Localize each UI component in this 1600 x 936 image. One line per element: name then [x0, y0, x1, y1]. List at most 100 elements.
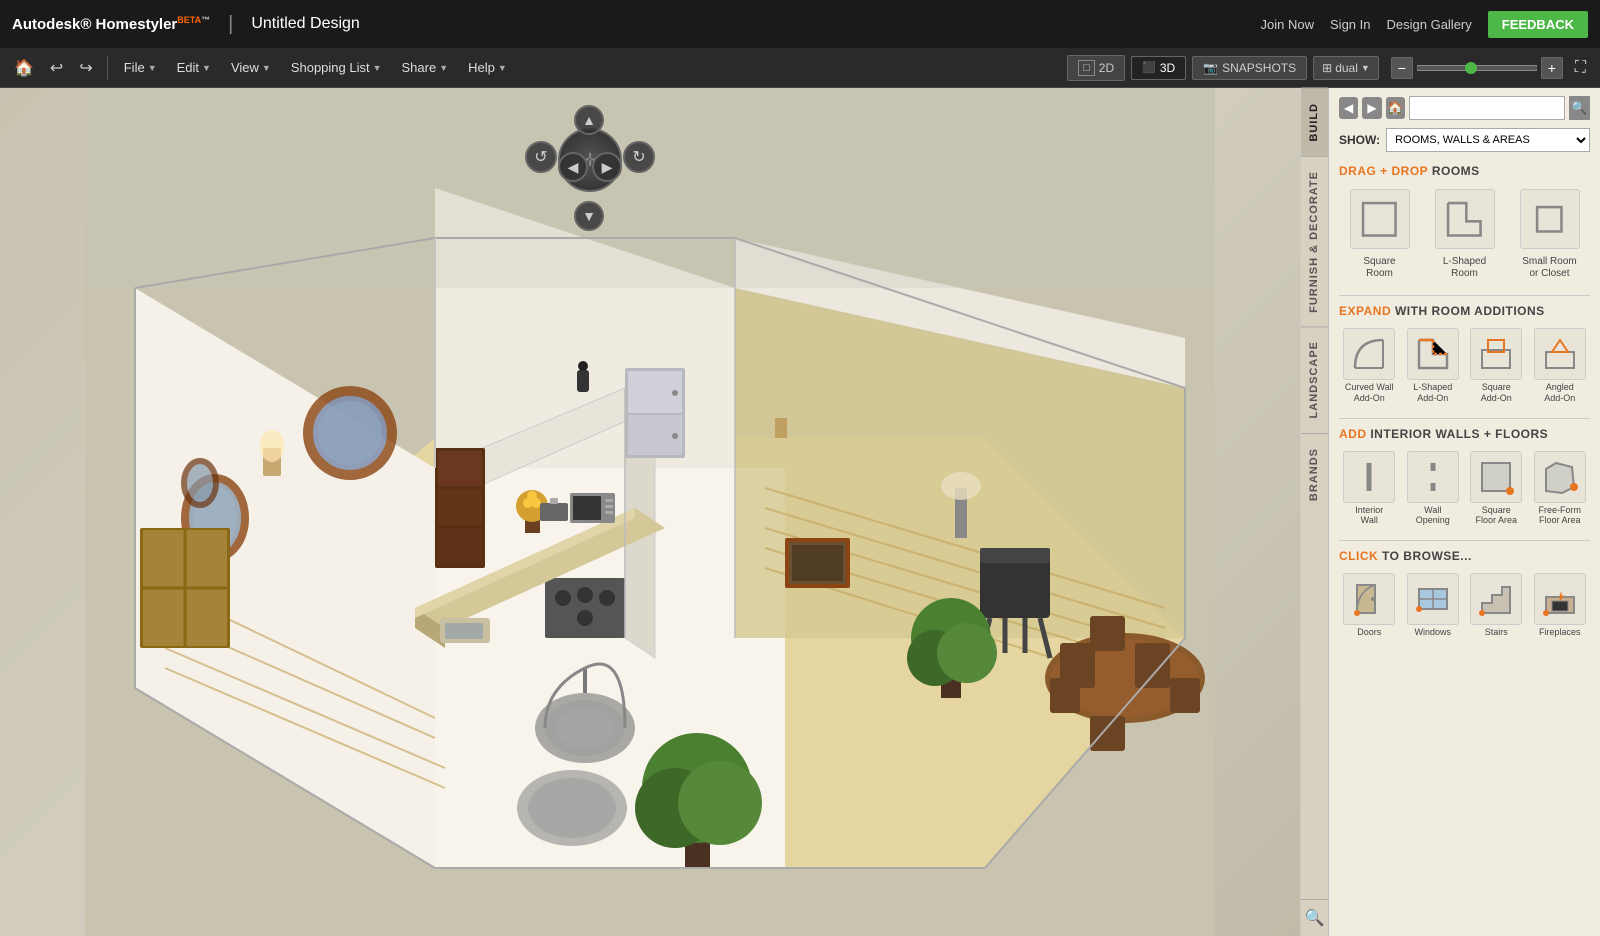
- design-title: Untitled Design: [251, 15, 360, 33]
- dual-button[interactable]: ⊞ dual ▼: [1313, 56, 1379, 80]
- curved-wall-item[interactable]: Curved WallAdd-On: [1339, 324, 1400, 408]
- panel-nav-row: ◀ ▶ 🏠 🔍: [1339, 96, 1590, 120]
- interior-wall-label: InteriorWall: [1355, 505, 1383, 527]
- small-room-item[interactable]: Small Roomor Closet: [1509, 184, 1590, 285]
- nav-left-button[interactable]: ◀: [558, 152, 588, 182]
- square-floor-label: SquareFloor Area: [1475, 505, 1517, 527]
- freeform-floor-item[interactable]: Free-FormFloor Area: [1530, 447, 1591, 531]
- sign-in-link[interactable]: Sign In: [1330, 17, 1370, 32]
- doors-label: Doors: [1357, 627, 1381, 638]
- toolbar: 🏠 ↩ ↪ File ▼ Edit ▼ View ▼ Shopping List…: [0, 48, 1600, 88]
- view-menu[interactable]: View ▼: [223, 56, 279, 79]
- build-tab[interactable]: BUILD: [1301, 88, 1328, 156]
- top-right-actions: Join Now Sign In Design Gallery FEEDBACK: [1261, 11, 1588, 38]
- small-room-icon: [1520, 189, 1580, 249]
- show-row: SHOW: ROOMS, WALLS & AREAS ALL FLOORS WA…: [1339, 128, 1590, 152]
- square-addon-label: SquareAdd-On: [1481, 382, 1512, 404]
- view-menu-arrow: ▼: [262, 63, 271, 73]
- file-menu[interactable]: File ▼: [116, 56, 165, 79]
- expand-header: EXPAND WITH ROOM ADDITIONS: [1339, 304, 1590, 318]
- fullscreen-button[interactable]: ⛶: [1569, 57, 1592, 79]
- panel-search-button[interactable]: 🔍: [1569, 96, 1590, 120]
- windows-item[interactable]: Windows: [1403, 569, 1464, 642]
- angled-addon-item[interactable]: AngledAdd-On: [1530, 324, 1591, 408]
- stairs-item[interactable]: Stairs: [1466, 569, 1527, 642]
- show-select[interactable]: ROOMS, WALLS & AREAS ALL FLOORS WALLS: [1386, 128, 1590, 152]
- design-gallery-link[interactable]: Design Gallery: [1387, 17, 1472, 32]
- stairs-icon: [1470, 573, 1522, 625]
- l-shaped-room-item[interactable]: L-ShapedRoom: [1424, 184, 1505, 285]
- toolbar-divider: [107, 56, 108, 80]
- browse-grid: Doors Windows: [1339, 569, 1590, 642]
- dual-arrow: ▼: [1361, 63, 1370, 73]
- fireplaces-item[interactable]: Fireplaces: [1530, 569, 1591, 642]
- snapshots-button[interactable]: 📷 SNAPSHOTS: [1192, 56, 1307, 80]
- help-menu[interactable]: Help ▼: [460, 56, 515, 79]
- interior-wall-icon: [1343, 451, 1395, 503]
- sep2: [1339, 418, 1590, 419]
- canvas-area[interactable]: ↺ ✛ ▲ ▼ ◀ ▶ ↻: [0, 88, 1300, 936]
- landscape-tab[interactable]: LANDSCAPE: [1301, 326, 1328, 432]
- freeform-floor-icon: [1534, 451, 1586, 503]
- square-floor-icon: [1470, 451, 1522, 503]
- camera-icon: 📷: [1203, 61, 1218, 75]
- windows-label: Windows: [1414, 627, 1451, 638]
- shopping-list-menu-arrow: ▼: [373, 63, 382, 73]
- square-room-icon: [1350, 189, 1410, 249]
- doors-item[interactable]: Doors: [1339, 569, 1400, 642]
- shopping-list-menu[interactable]: Shopping List ▼: [283, 56, 390, 79]
- stairs-label: Stairs: [1485, 627, 1508, 638]
- redo-button[interactable]: ↪: [73, 54, 98, 82]
- panel-back-button[interactable]: ◀: [1339, 97, 1358, 119]
- browse-header: CLICK TO BROWSE...: [1339, 549, 1590, 563]
- zoom-plus-button[interactable]: +: [1541, 57, 1563, 79]
- l-shaped-addon-item[interactable]: L-ShapedAdd-On: [1403, 324, 1464, 408]
- nav-up-button[interactable]: ▲: [574, 105, 604, 135]
- square-room-item[interactable]: SquareRoom: [1339, 184, 1420, 285]
- panel-content: ◀ ▶ 🏠 🔍 SHOW: ROOMS, WALLS & AREAS ALL F…: [1329, 88, 1600, 936]
- curved-wall-label: Curved WallAdd-On: [1345, 382, 1394, 404]
- join-now-link[interactable]: Join Now: [1261, 17, 1314, 32]
- small-room-label: Small Roomor Closet: [1522, 256, 1576, 280]
- l-shaped-addon-icon: [1407, 328, 1459, 380]
- wall-opening-item[interactable]: WallOpening: [1403, 447, 1464, 531]
- square-room-label: SquareRoom: [1363, 256, 1395, 280]
- zoom-minus-button[interactable]: −: [1391, 57, 1413, 79]
- file-menu-arrow: ▼: [148, 63, 157, 73]
- feedback-button[interactable]: FEEDBACK: [1488, 11, 1588, 38]
- right-panel: BUILD FURNISH & DECORATE LANDSCAPE BRAND…: [1300, 88, 1600, 936]
- square-addon-item[interactable]: SquareAdd-On: [1466, 324, 1527, 408]
- logo-area: Autodesk® HomestylerBETA™ | Untitled Des…: [12, 13, 360, 36]
- edit-menu[interactable]: Edit ▼: [169, 56, 219, 79]
- rotate-left-button[interactable]: ↺: [525, 141, 557, 173]
- panel-home-button[interactable]: 🏠: [1386, 97, 1405, 119]
- rotate-right-button[interactable]: ↻: [623, 141, 655, 173]
- curved-wall-icon: [1343, 328, 1395, 380]
- share-menu[interactable]: Share ▼: [394, 56, 457, 79]
- furnish-decorate-tab[interactable]: FURNISH & DECORATE: [1301, 156, 1328, 327]
- show-label: SHOW:: [1339, 133, 1380, 147]
- home-button[interactable]: 🏠: [8, 54, 40, 82]
- panel-forward-button[interactable]: ▶: [1362, 97, 1381, 119]
- interior-wall-item[interactable]: InteriorWall: [1339, 447, 1400, 531]
- beta-badge: BETA: [177, 15, 201, 25]
- view-3d-button[interactable]: ⬛ 3D: [1131, 56, 1186, 80]
- view-2d-button[interactable]: □ 2D: [1067, 55, 1125, 81]
- square-floor-item[interactable]: SquareFloor Area: [1466, 447, 1527, 531]
- drag-drop-rooms-grid: SquareRoom L-ShapedRoom Small Roomor Clo…: [1339, 184, 1590, 285]
- nav-right-button[interactable]: ▶: [592, 152, 622, 182]
- interior-header: ADD INTERIOR WALLS + FLOORS: [1339, 427, 1590, 441]
- dual-icon: ⊞: [1322, 61, 1332, 75]
- angled-addon-icon: [1534, 328, 1586, 380]
- undo-button[interactable]: ↩: [44, 54, 69, 82]
- brands-tab[interactable]: BRANDS: [1301, 433, 1328, 515]
- angled-addon-label: AngledAdd-On: [1544, 382, 1575, 404]
- panel-search-input[interactable]: [1409, 96, 1565, 120]
- zoom-slider[interactable]: [1417, 65, 1537, 71]
- room-additions-grid: Curved WallAdd-On L-ShapedAdd-On SquareA…: [1339, 324, 1590, 408]
- logo-text: Autodesk® HomestylerBETA™: [12, 15, 210, 33]
- panel-search-icon[interactable]: 🔍: [1301, 899, 1328, 936]
- square-addon-icon: [1470, 328, 1522, 380]
- top-bar: Autodesk® HomestylerBETA™ | Untitled Des…: [0, 0, 1600, 48]
- nav-down-button[interactable]: ▼: [574, 201, 604, 231]
